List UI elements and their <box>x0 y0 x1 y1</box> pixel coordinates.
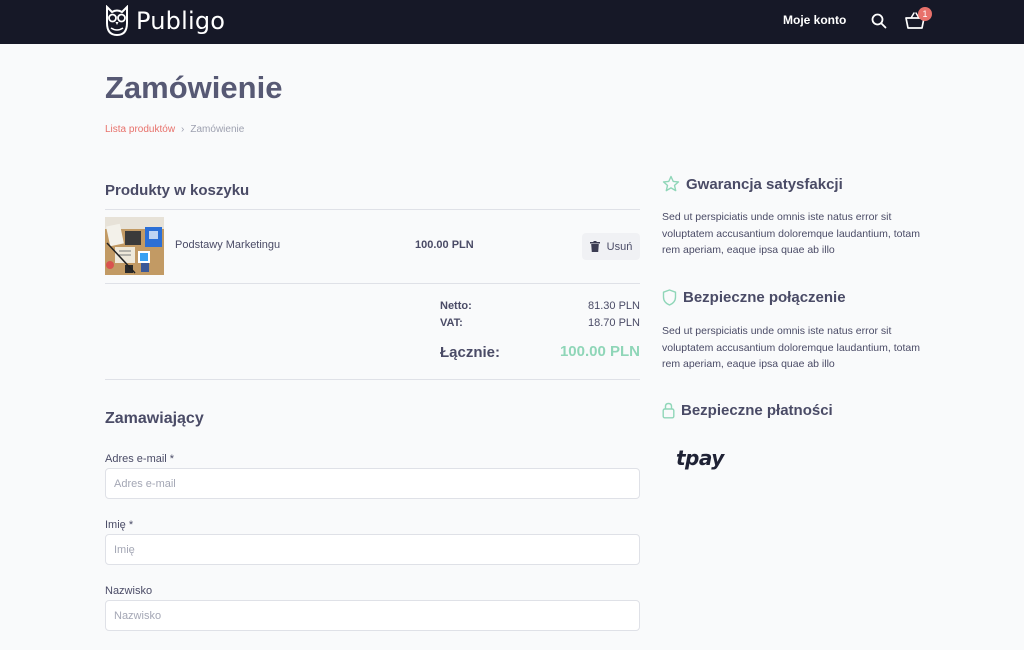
vat-label: VAT: <box>440 317 463 329</box>
product-name: Podstawy Marketingu <box>175 239 281 251</box>
account-link[interactable]: Moje konto <box>783 13 846 27</box>
divider <box>105 283 640 284</box>
product-thumbnail <box>105 217 164 275</box>
shield-icon <box>662 289 677 306</box>
net-value: 81.30 PLN <box>588 300 640 312</box>
first-name-field[interactable] <box>105 534 640 565</box>
search-icon[interactable] <box>870 12 888 30</box>
brand-logo[interactable]: Publigo <box>104 4 225 38</box>
guarantee-title: Gwarancja satysfakcji <box>686 175 843 193</box>
top-navigation-bar: Publigo Moje konto 1 <box>0 0 1024 44</box>
secure-connection-title: Bezpieczne połączenie <box>683 289 846 306</box>
total-value: 100.00 PLN <box>559 343 640 360</box>
secure-payments-title: Bezpieczne płatności <box>681 402 833 419</box>
guarantee-text: Sed ut perspiciatis unde omnis iste natu… <box>662 211 920 256</box>
brand-name: Publigo <box>136 7 226 35</box>
net-label: Netto: <box>440 300 472 312</box>
tpay-logo: tpay <box>676 446 724 470</box>
first-name-label: Imię * <box>105 519 134 531</box>
cart-count-badge: 1 <box>918 7 932 21</box>
trash-icon <box>589 241 600 252</box>
divider <box>105 379 640 380</box>
last-name-field[interactable] <box>105 600 640 631</box>
remove-item-label: Usuń <box>606 240 633 253</box>
buyer-section-title: Zamawiający <box>105 410 204 427</box>
last-name-label: Nazwisko <box>105 585 153 597</box>
cart-section-title: Produkty w koszyku <box>105 182 250 199</box>
secure-payments-heading: Bezpieczne płatności <box>662 402 833 419</box>
vat-value: 18.70 PLN <box>588 317 640 329</box>
breadcrumb-current: Zamówienie <box>190 124 245 135</box>
total-label: Łącznie: <box>440 344 501 361</box>
lock-icon <box>662 402 675 419</box>
owl-logo-icon <box>106 5 128 37</box>
remove-item-button[interactable]: Usuń <box>582 233 640 260</box>
secure-connection-text: Sed ut perspiciatis unde omnis iste natu… <box>662 325 920 370</box>
secure-connection-heading: Bezpieczne połączenie <box>662 289 846 306</box>
star-icon <box>662 175 680 192</box>
divider <box>105 209 640 210</box>
product-price: 100.00 PLN <box>415 239 474 251</box>
breadcrumb: Lista produktów › Zamówienie <box>105 124 244 135</box>
guarantee-heading: Gwarancja satysfakcji <box>662 175 843 193</box>
email-label: Adres e-mail * <box>105 453 175 465</box>
breadcrumb-separator: › <box>181 124 185 135</box>
email-field[interactable] <box>105 468 640 499</box>
breadcrumb-link-products[interactable]: Lista produktów <box>105 124 175 135</box>
page-title: Zamówienie <box>105 70 283 105</box>
